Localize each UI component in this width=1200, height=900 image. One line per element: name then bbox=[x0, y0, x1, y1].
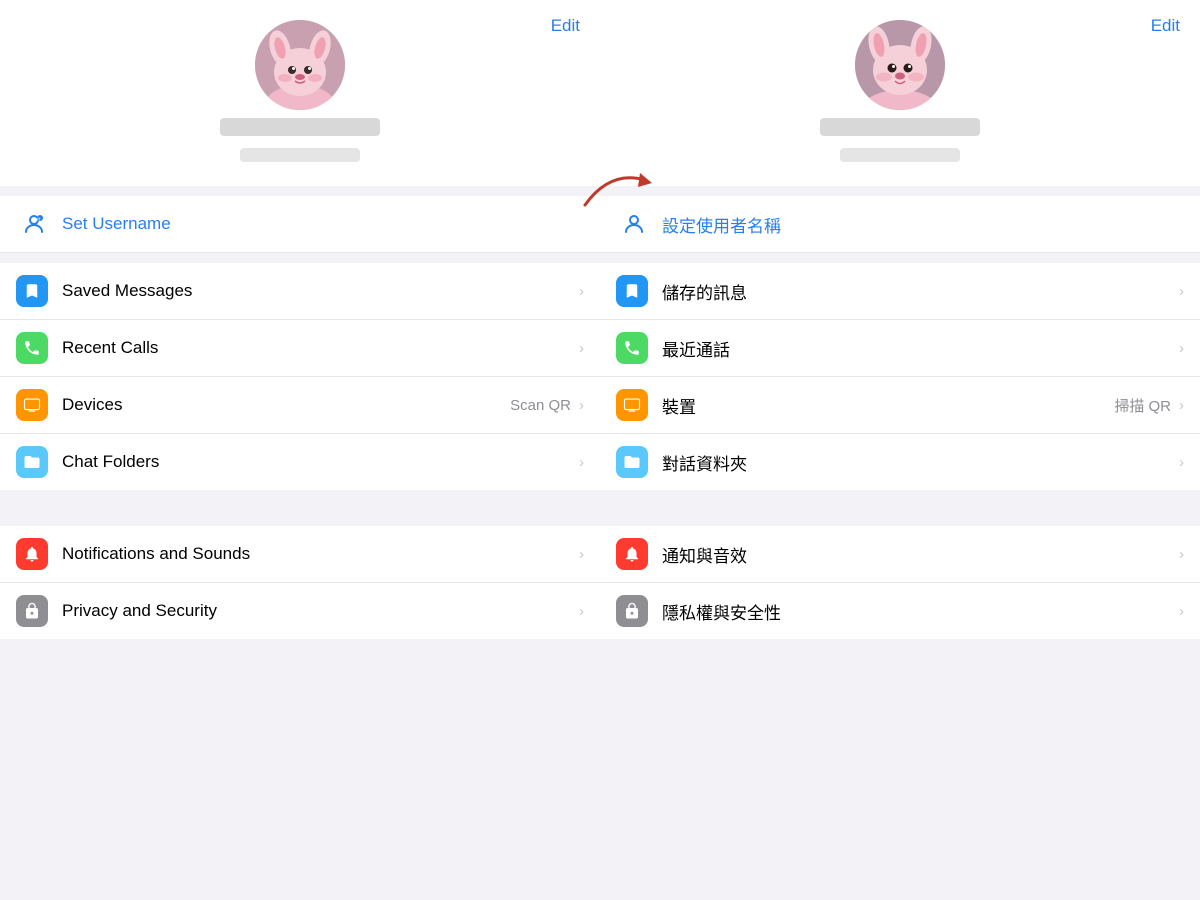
left-profile-name-blur bbox=[220, 118, 380, 136]
left-recent-calls-icon bbox=[16, 332, 48, 364]
left-notifications-chevron: › bbox=[579, 546, 584, 563]
left-profile-section: Edit bbox=[0, 0, 600, 186]
left-saved-messages-row[interactable]: Saved Messages › bbox=[0, 263, 600, 320]
right-saved-messages-row[interactable]: 儲存的訊息 › bbox=[600, 263, 1200, 320]
right-devices-label: 裝置 bbox=[662, 393, 1114, 418]
right-chat-folders-label: 對話資料夾 bbox=[662, 450, 1175, 475]
right-devices-secondary: 掃描 QR bbox=[1114, 395, 1171, 416]
right-divider-2 bbox=[600, 253, 1200, 263]
right-notifications-chevron: › bbox=[1179, 546, 1184, 563]
right-username-icon bbox=[620, 210, 648, 238]
left-devices-label: Devices bbox=[62, 395, 510, 415]
left-devices-secondary: Scan QR bbox=[510, 397, 571, 414]
left-panel: Edit bbox=[0, 0, 600, 900]
panels-wrapper: Edit bbox=[0, 0, 1200, 900]
right-privacy-icon bbox=[616, 595, 648, 627]
left-recent-calls-row[interactable]: Recent Calls › bbox=[0, 320, 600, 377]
right-saved-messages-label: 儲存的訊息 bbox=[662, 279, 1175, 304]
right-profile-name-blur bbox=[820, 118, 980, 136]
left-notifications-icon bbox=[16, 538, 48, 570]
left-saved-messages-chevron: › bbox=[579, 283, 584, 300]
left-profile-phone-blur bbox=[240, 148, 360, 162]
left-notifications-row[interactable]: Notifications and Sounds › bbox=[0, 526, 600, 583]
left-recent-calls-chevron: › bbox=[579, 340, 584, 357]
right-edit-button[interactable]: Edit bbox=[1151, 16, 1180, 36]
left-recent-calls-label: Recent Calls bbox=[62, 338, 575, 358]
right-saved-messages-chevron: › bbox=[1179, 283, 1184, 300]
right-recent-calls-icon bbox=[616, 332, 648, 364]
left-privacy-row[interactable]: Privacy and Security › bbox=[0, 583, 600, 639]
right-devices-chevron: › bbox=[1179, 397, 1184, 414]
left-chat-folders-label: Chat Folders bbox=[62, 452, 575, 472]
right-recent-calls-label: 最近通話 bbox=[662, 336, 1175, 361]
left-privacy-icon bbox=[16, 595, 48, 627]
left-privacy-label: Privacy and Security bbox=[62, 601, 575, 621]
right-recent-calls-chevron: › bbox=[1179, 340, 1184, 357]
right-panel: Edit bbox=[600, 0, 1200, 900]
svg-text:@: @ bbox=[36, 216, 40, 221]
right-notifications-row[interactable]: 通知與音效 › bbox=[600, 526, 1200, 583]
left-edit-button[interactable]: Edit bbox=[551, 16, 580, 36]
right-avatar bbox=[855, 20, 945, 110]
left-devices-row[interactable]: Devices Scan QR › bbox=[0, 377, 600, 434]
right-saved-messages-icon bbox=[616, 275, 648, 307]
right-devices-icon bbox=[616, 389, 648, 421]
right-profile-section: Edit bbox=[600, 0, 1200, 186]
right-profile-phone-blur bbox=[840, 148, 960, 162]
left-saved-messages-label: Saved Messages bbox=[62, 281, 575, 301]
left-group-separator bbox=[0, 490, 600, 526]
left-divider-2 bbox=[0, 253, 600, 263]
right-privacy-row[interactable]: 隱私權與安全性 › bbox=[600, 583, 1200, 639]
right-recent-calls-row[interactable]: 最近通話 › bbox=[600, 320, 1200, 377]
right-chat-folders-chevron: › bbox=[1179, 454, 1184, 471]
right-username-row[interactable]: 設定使用者名稱 bbox=[600, 196, 1200, 253]
left-menu-section-1: Saved Messages › Recent Calls › Devices … bbox=[0, 263, 600, 490]
right-group-separator bbox=[600, 490, 1200, 526]
left-username-icon: @ bbox=[20, 210, 48, 238]
left-menu-section-2: Notifications and Sounds › Privacy and S… bbox=[0, 526, 600, 639]
right-menu-section-1: 儲存的訊息 › 最近通話 › 裝置 掃描 QR › bbox=[600, 263, 1200, 490]
left-notifications-label: Notifications and Sounds bbox=[62, 544, 575, 564]
left-chat-folders-row[interactable]: Chat Folders › bbox=[0, 434, 600, 490]
left-privacy-chevron: › bbox=[579, 603, 584, 620]
left-username-row[interactable]: @ Set Username bbox=[0, 196, 600, 253]
right-privacy-chevron: › bbox=[1179, 603, 1184, 620]
right-divider-1 bbox=[600, 186, 1200, 196]
left-devices-chevron: › bbox=[579, 397, 584, 414]
left-username-label: Set Username bbox=[62, 214, 171, 234]
left-saved-messages-icon bbox=[16, 275, 48, 307]
left-chat-folders-icon bbox=[16, 446, 48, 478]
right-devices-row[interactable]: 裝置 掃描 QR › bbox=[600, 377, 1200, 434]
right-notifications-icon bbox=[616, 538, 648, 570]
right-chat-folders-icon bbox=[616, 446, 648, 478]
left-avatar bbox=[255, 20, 345, 110]
left-divider-1 bbox=[0, 186, 600, 196]
right-notifications-label: 通知與音效 bbox=[662, 542, 1175, 567]
right-username-label: 設定使用者名稱 bbox=[662, 212, 781, 237]
left-chat-folders-chevron: › bbox=[579, 454, 584, 471]
right-menu-section-2: 通知與音效 › 隱私權與安全性 › bbox=[600, 526, 1200, 639]
left-devices-icon bbox=[16, 389, 48, 421]
right-privacy-label: 隱私權與安全性 bbox=[662, 599, 1175, 624]
right-chat-folders-row[interactable]: 對話資料夾 › bbox=[600, 434, 1200, 490]
